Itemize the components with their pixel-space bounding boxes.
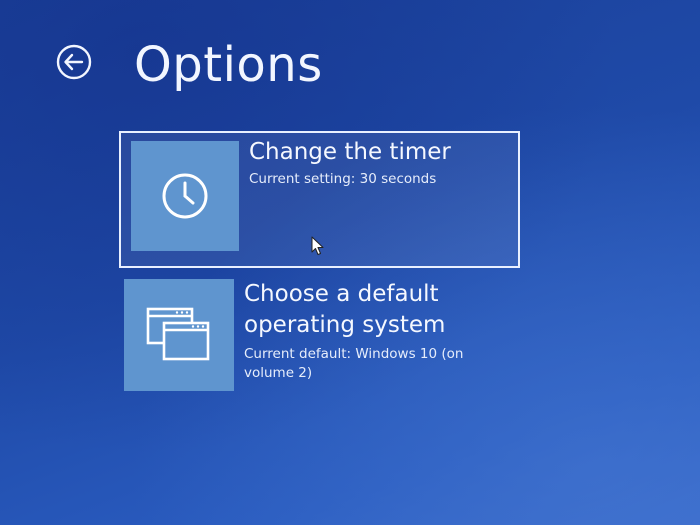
windows-stack-icon <box>146 307 210 361</box>
options-screen: Options Change the timer Current setting… <box>0 0 700 525</box>
option-tile <box>131 141 239 251</box>
option-subtitle: Current setting: 30 seconds <box>249 171 437 187</box>
clock-icon <box>162 173 208 219</box>
back-button[interactable] <box>56 44 92 80</box>
back-arrow-circle-icon <box>56 44 92 80</box>
choose-default-os-option[interactable]: Choose a default operating system Curren… <box>119 276 520 400</box>
option-title: Change the timer <box>249 139 451 165</box>
option-title: Choose a default operating system <box>244 281 446 338</box>
page-title: Options <box>134 37 323 93</box>
option-tile <box>124 279 234 391</box>
option-text: Choose a default operating system Curren… <box>244 279 512 383</box>
mouse-pointer-icon <box>311 236 324 255</box>
option-text: Change the timer Current setting: 30 sec… <box>249 137 510 189</box>
option-subtitle: Current default: Windows 10 (on volume 2… <box>244 346 464 381</box>
